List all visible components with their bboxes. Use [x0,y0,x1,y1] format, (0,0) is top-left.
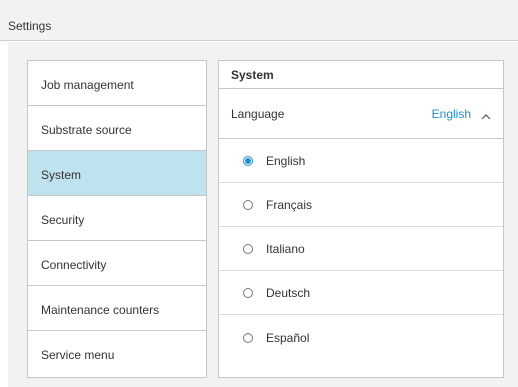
nav-item-job-management[interactable]: Job management [28,61,206,106]
nav-item-substrate-source[interactable]: Substrate source [28,106,206,151]
language-dropdown[interactable]: Language English [219,89,503,139]
radio-unselected [243,244,253,254]
language-option-english[interactable]: English [219,140,503,183]
option-label: Français [266,198,313,212]
nav-item-label: Maintenance counters [41,302,160,317]
nav-item-service-menu[interactable]: Service menu [28,331,206,376]
title-bar: Settings [0,0,518,41]
option-label: Español [266,330,310,345]
radio-selected [243,156,253,166]
nav-item-system[interactable]: System [28,151,206,196]
nav-item-label: System [41,167,82,182]
chevron-up-icon [481,110,491,119]
language-label: Language [231,106,285,121]
radio-unselected [243,200,253,210]
settings-content: Job management Substrate source System S… [8,42,518,387]
language-value: English [431,106,471,121]
nav-item-label: Service menu [41,348,115,362]
nav-item-label: Connectivity [41,257,107,272]
language-option-espanol[interactable]: Español [219,316,503,359]
window-title: Settings [8,19,52,33]
language-option-italiano[interactable]: Italiano [219,228,503,271]
language-option-deutsch[interactable]: Deutsch [219,272,503,315]
nav-item-maintenance-counters[interactable]: Maintenance counters [28,286,206,331]
system-panel: System Language English English Français… [218,60,504,378]
nav-item-label: Substrate source [41,122,132,137]
language-option-francais[interactable]: Français [219,184,503,227]
settings-nav: Job management Substrate source System S… [27,60,207,378]
radio-unselected [243,332,253,343]
option-label: Italiano [266,242,305,256]
nav-item-label: Security [41,212,85,227]
option-label: English [266,154,306,168]
radio-unselected [243,288,253,298]
panel-title: System [219,61,503,89]
option-label: Deutsch [266,286,311,300]
nav-item-label: Job management [41,77,134,92]
nav-item-security[interactable]: Security [28,196,206,241]
nav-item-connectivity[interactable]: Connectivity [28,241,206,286]
